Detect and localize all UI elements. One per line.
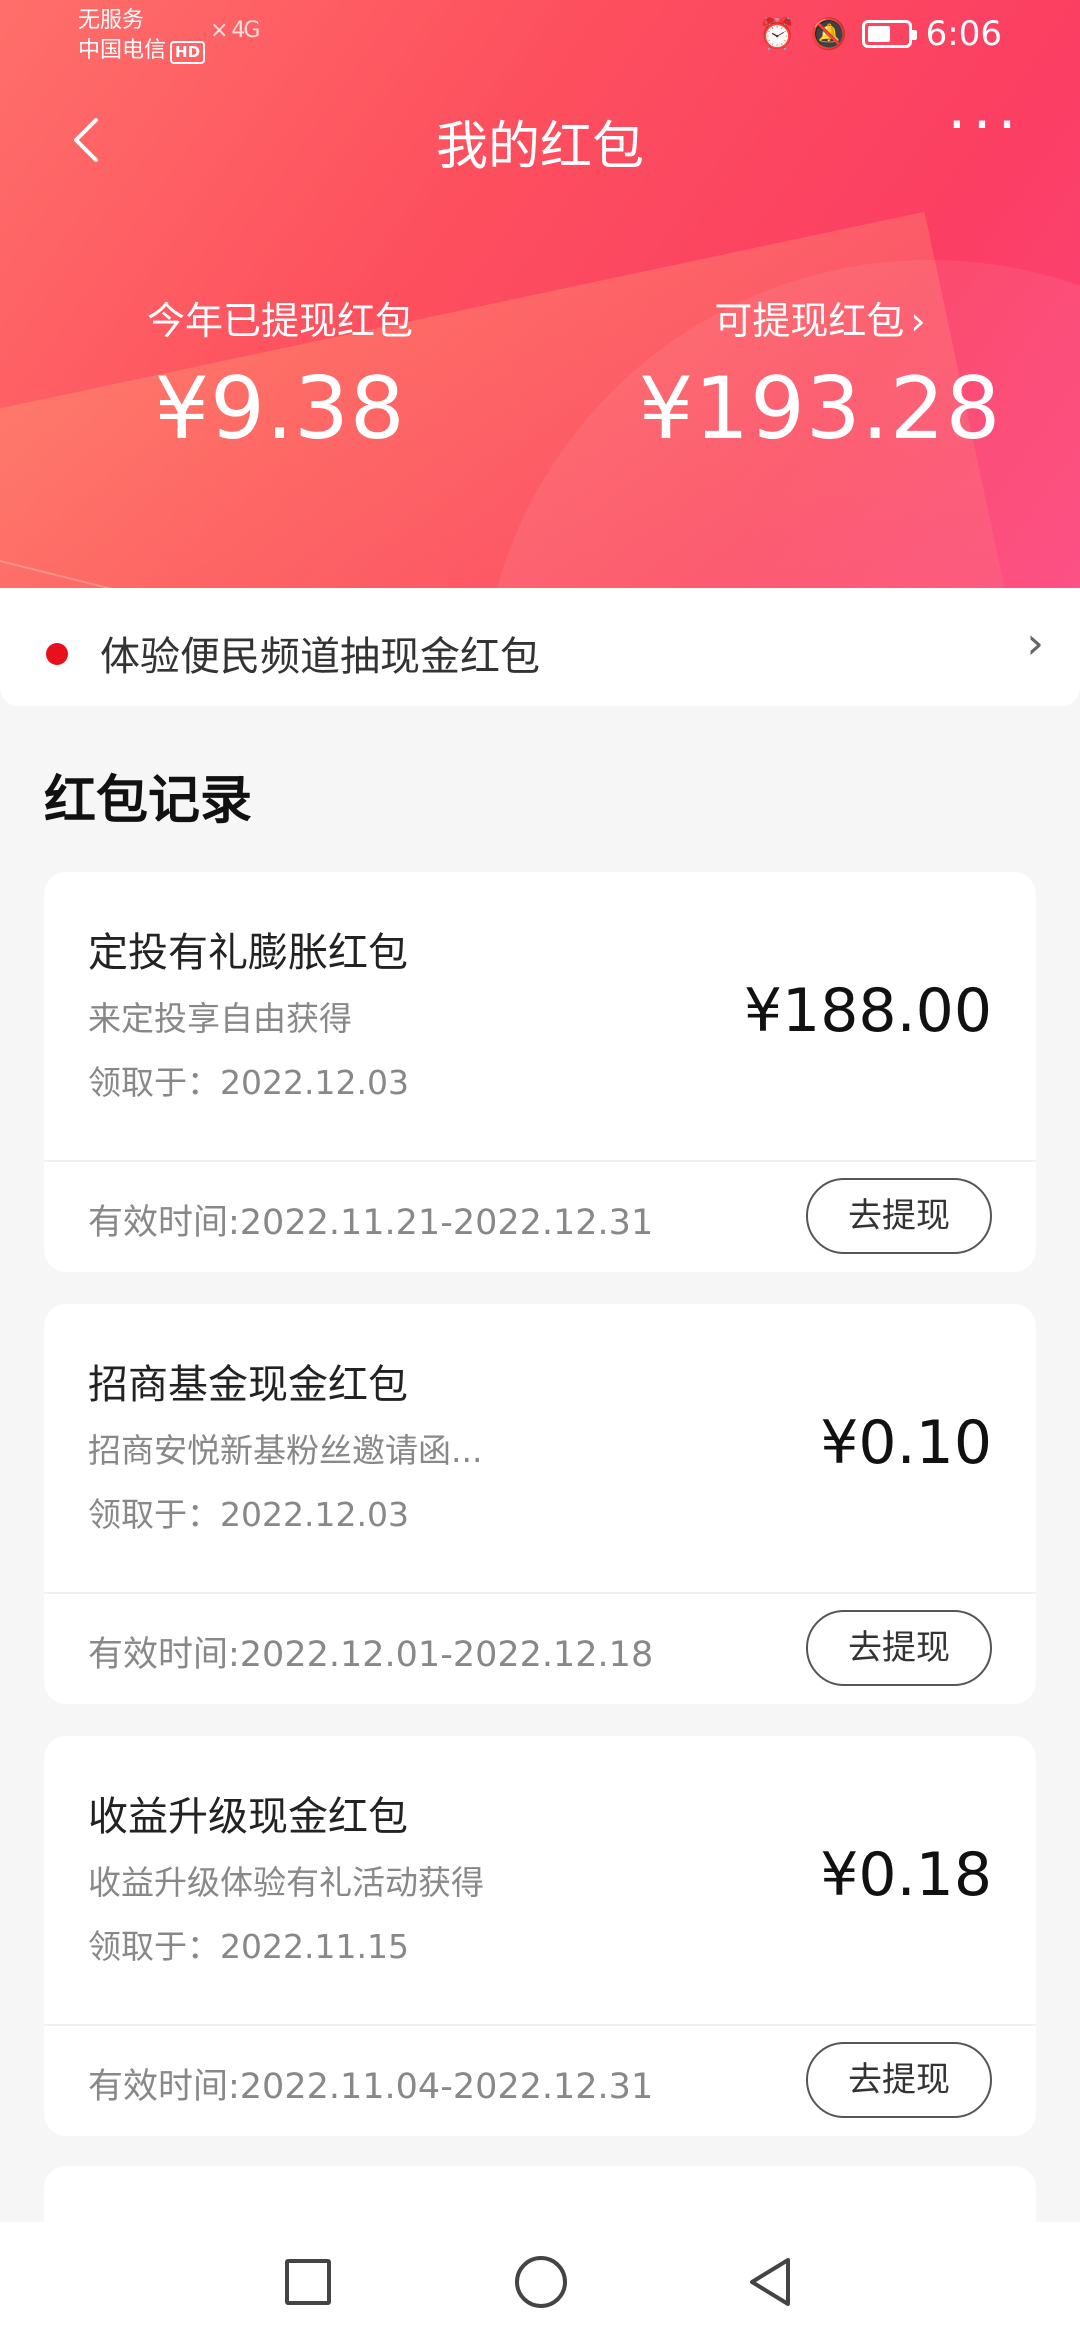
header-banner: 无服务 中国电信 HD × 4G ⏰ 🔕 6:06 我的红包 ··· 今年已提现红…	[0, 0, 1080, 588]
status-icons: ⏰ 🔕 6:06	[759, 14, 1002, 54]
carrier-name: 中国电信	[78, 38, 167, 63]
record-name: 招商基金现金红包	[88, 1362, 408, 1408]
withdraw-button[interactable]: 去提现	[806, 1610, 992, 1686]
divider	[44, 1592, 1036, 1594]
promo-banner[interactable]: 体验便民频道抽现金红包 ›	[0, 588, 1080, 706]
record-received-date: 领取于：2022.12.03	[88, 1495, 409, 1534]
record-card: 招商基金现金红包 招商安悦新基粉丝邀请函... 领取于：2022.12.03 ¥…	[44, 1304, 1036, 1704]
withdraw-button[interactable]: 去提现	[806, 1178, 992, 1254]
record-received-date: 领取于：2022.11.15	[88, 1927, 409, 1966]
withdrawn-value: ¥9.38	[154, 359, 406, 459]
promo-text[interactable]: 体验便民频道抽现金红包	[100, 624, 540, 682]
divider	[44, 1160, 1036, 1162]
mute-bell-icon: 🔕	[810, 16, 848, 52]
available-label[interactable]: 可提现红包	[714, 299, 904, 343]
record-name: 收益升级现金红包	[88, 1794, 408, 1840]
withdraw-button[interactable]: 去提现	[806, 2042, 992, 2118]
clock-time: 6:06	[925, 14, 1002, 54]
alarm-icon: ⏰	[758, 16, 797, 52]
divider	[44, 2024, 1036, 2026]
available-stat[interactable]: 可提现红包 › ¥193.28	[620, 290, 1020, 459]
battery-icon	[861, 20, 917, 48]
home-circle-icon[interactable]	[515, 2256, 567, 2308]
withdrawn-label: 今年已提现红包	[146, 299, 413, 343]
nav-bar: 我的红包 ···	[0, 95, 1080, 180]
record-desc: 来定投享自由获得	[88, 999, 352, 1038]
record-desc: 收益升级体验有礼活动获得	[88, 1863, 484, 1902]
record-amount: ¥0.18	[820, 1840, 992, 1910]
carrier-info: 无服务 中国电信 HD	[78, 6, 206, 66]
recents-square-icon[interactable]	[285, 2259, 331, 2305]
section-title: 红包记录	[44, 771, 253, 831]
record-card: 收益升级现金红包 收益升级体验有礼活动获得 领取于：2022.11.15 ¥0.…	[44, 1736, 1036, 2136]
record-name: 定投有礼膨胀红包	[88, 930, 408, 976]
page-title: 我的红包	[435, 117, 644, 177]
signal-icon: × 4G	[210, 18, 261, 43]
record-valid-period: 有效时间:2022.11.04-2022.12.31	[88, 2067, 654, 2107]
chevron-right-icon[interactable]: ›	[1026, 618, 1044, 669]
record-received-date: 领取于：2022.12.03	[88, 1063, 409, 1102]
available-value[interactable]: ¥193.28	[620, 359, 1020, 459]
record-valid-period: 有效时间:2022.11.21-2022.12.31	[88, 1203, 654, 1243]
record-amount: ¥188.00	[743, 976, 992, 1046]
chevron-right-icon: ›	[910, 299, 926, 343]
record-desc: 招商安悦新基粉丝邀请函...	[88, 1431, 483, 1470]
no-service-text: 无服务	[78, 8, 145, 33]
hd-badge: HD	[170, 41, 206, 64]
record-amount: ¥0.10	[820, 1408, 992, 1478]
system-nav-bar	[0, 2222, 1080, 2340]
withdrawn-stat: 今年已提现红包 ¥9.38	[90, 290, 470, 459]
back-triangle-icon[interactable]	[742, 2254, 798, 2310]
record-valid-period: 有效时间:2022.12.01-2022.12.18	[88, 1635, 654, 1675]
status-bar: 无服务 中国电信 HD × 4G ⏰ 🔕 6:06	[0, 0, 1080, 70]
red-dot-icon	[46, 643, 68, 665]
more-button[interactable]: ···	[930, 95, 1040, 170]
record-card: 定投有礼膨胀红包 来定投享自由获得 领取于：2022.12.03 ¥188.00…	[44, 872, 1036, 1272]
